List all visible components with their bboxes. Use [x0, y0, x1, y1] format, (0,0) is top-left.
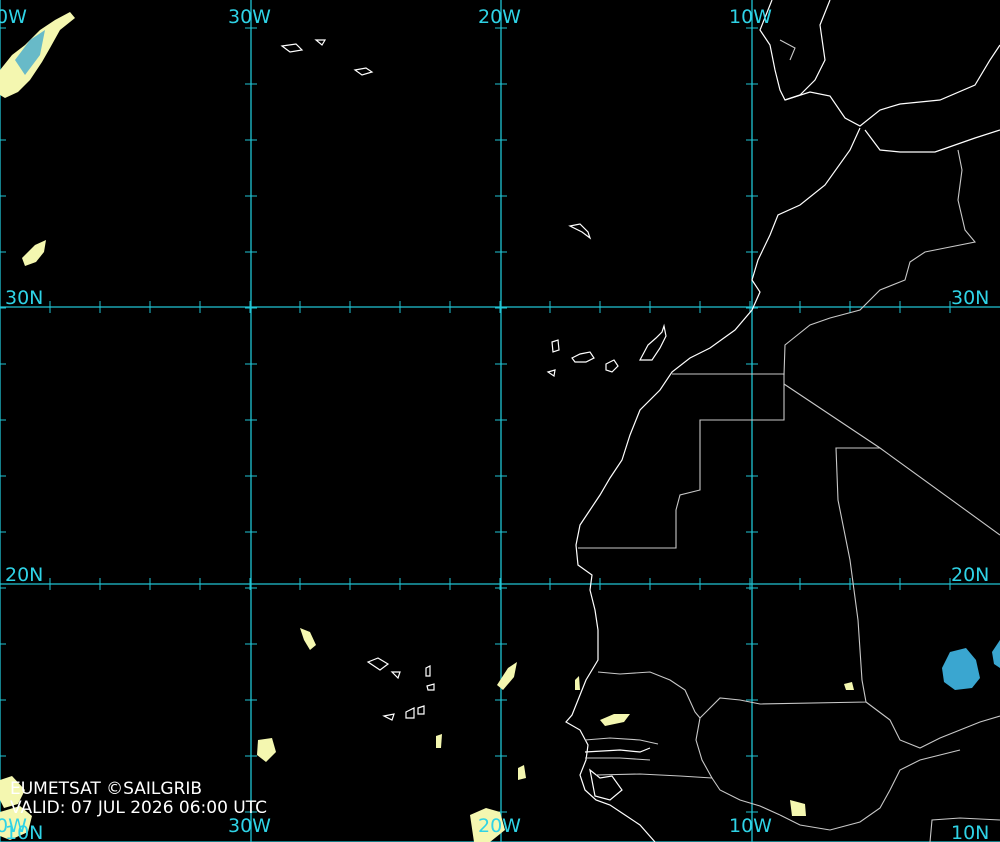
border-morocco-algeria: [783, 149, 977, 376]
coast-africa-north: [864, 129, 1000, 153]
lon-label-top-10w: 10W: [729, 6, 772, 28]
border-western-sahara: [578, 373, 785, 549]
island-cv-g: [417, 705, 425, 715]
cloud-sen: [600, 714, 630, 726]
border-spain-portugal: [779, 39, 796, 61]
cloud-s3: [518, 765, 526, 780]
island-hierro: [546, 369, 556, 378]
island-cv-f: [405, 707, 415, 719]
cloud-s5: [575, 676, 580, 690]
graticule-ticks: [0, 27, 951, 813]
lon-label-bottom-10w: 10W: [729, 815, 772, 837]
island-azores2: [314, 39, 327, 46]
island-fuerteventura: [639, 323, 667, 361]
cloud-s1: [257, 738, 276, 762]
coast-iberia-south: [784, 44, 1000, 127]
cloud-s6: [790, 800, 806, 816]
island-azores1: [280, 43, 304, 53]
lat-label-right-10n: 10N: [951, 822, 990, 842]
island-gran-canaria: [605, 359, 619, 373]
cloud-blue-edge: [992, 640, 1000, 668]
cloud-w: [22, 240, 46, 266]
coastlines: [280, 0, 1000, 842]
lon-label-bottom-20w: 20W: [478, 815, 521, 837]
border-burkina: [779, 749, 961, 831]
gambia-river: [584, 747, 651, 753]
lat-label-left-30n: 30N: [5, 287, 44, 309]
lon-label-top-20w: 20W: [478, 6, 521, 28]
island-cv-d: [426, 683, 435, 691]
island-cv-a: [366, 657, 390, 671]
lat-label-right-20n: 20N: [951, 564, 990, 586]
credit-caption: EUMETSAT ©SAILGRIB: [10, 779, 203, 799]
cloud-s9: [844, 682, 854, 690]
border-senegal-mauritania: [597, 671, 701, 719]
lon-label-bottom-30w: 30W: [228, 815, 271, 837]
island-lapalma: [551, 339, 560, 353]
island-cv-b: [390, 671, 401, 680]
lat-label-left-20n: 20N: [5, 564, 44, 586]
cloud-cv2: [497, 662, 517, 690]
border-mali-east: [865, 701, 1000, 749]
island-madeira: [568, 223, 592, 240]
lon-label-bottom-40w: 0W: [0, 815, 27, 837]
cloud-blue-east: [942, 648, 980, 690]
island-azores3: [353, 67, 374, 76]
island-cv-e: [382, 713, 395, 721]
cloud-s4: [436, 734, 442, 748]
map-canvas: [0, 0, 1000, 842]
lon-label-top-30w: 30W: [228, 6, 271, 28]
island-tenerife: [571, 351, 595, 363]
border-mali-mauritania: [699, 447, 880, 719]
satellite-map: 0W 30W 20W 10W 30N 20N 10N 30N 20N 10N 0…: [0, 0, 1000, 842]
border-senegal-mali: [695, 717, 713, 779]
border-algeria-mauritania: [783, 383, 1000, 536]
coast-africa-west: [565, 127, 861, 842]
valid-time-caption: VALID: 07 JUL 2026 06:00 UTC: [10, 798, 268, 818]
borders: [578, 39, 1000, 842]
lat-label-right-30n: 30N: [951, 287, 990, 309]
cloud-patches: [0, 12, 854, 842]
lon-label-top-40w: 0W: [0, 6, 27, 28]
cloud-cv1: [300, 628, 316, 650]
graticule: [0, 0, 1000, 842]
island-cv-c: [425, 665, 431, 677]
cloud-blue-patches: [15, 30, 1000, 690]
